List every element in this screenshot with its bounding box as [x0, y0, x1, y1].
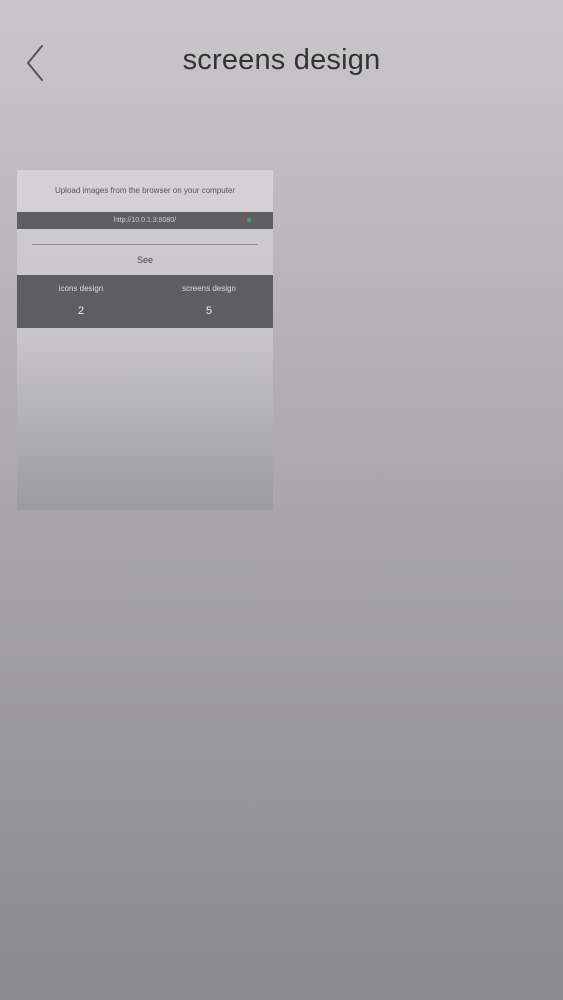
thumbnail-url: http://10.0.1.3:8080/	[113, 217, 177, 224]
thumbnail-see-label: See	[136, 255, 153, 265]
page-title: screens design	[182, 44, 381, 76]
stat-icons-design: icons design 2	[17, 275, 145, 328]
thumbnail-url-bar: http://10.0.1.3:8080/	[17, 212, 273, 229]
stat-label: icons design	[58, 284, 104, 293]
thumbnail-instruction: Upload images from the browser on your c…	[17, 170, 273, 212]
screen-thumbnail[interactable]: Upload images from the browser on your c…	[17, 170, 273, 510]
stat-value: 5	[205, 305, 213, 317]
status-dot-icon	[247, 218, 251, 222]
stat-label: screens design	[182, 284, 236, 293]
stat-screens-design: screens design 5	[145, 275, 273, 328]
thumbnail-stats: icons design 2 screens design 5	[17, 275, 273, 328]
nav-bar: screens design	[0, 0, 563, 120]
stat-value: 2	[77, 305, 85, 317]
